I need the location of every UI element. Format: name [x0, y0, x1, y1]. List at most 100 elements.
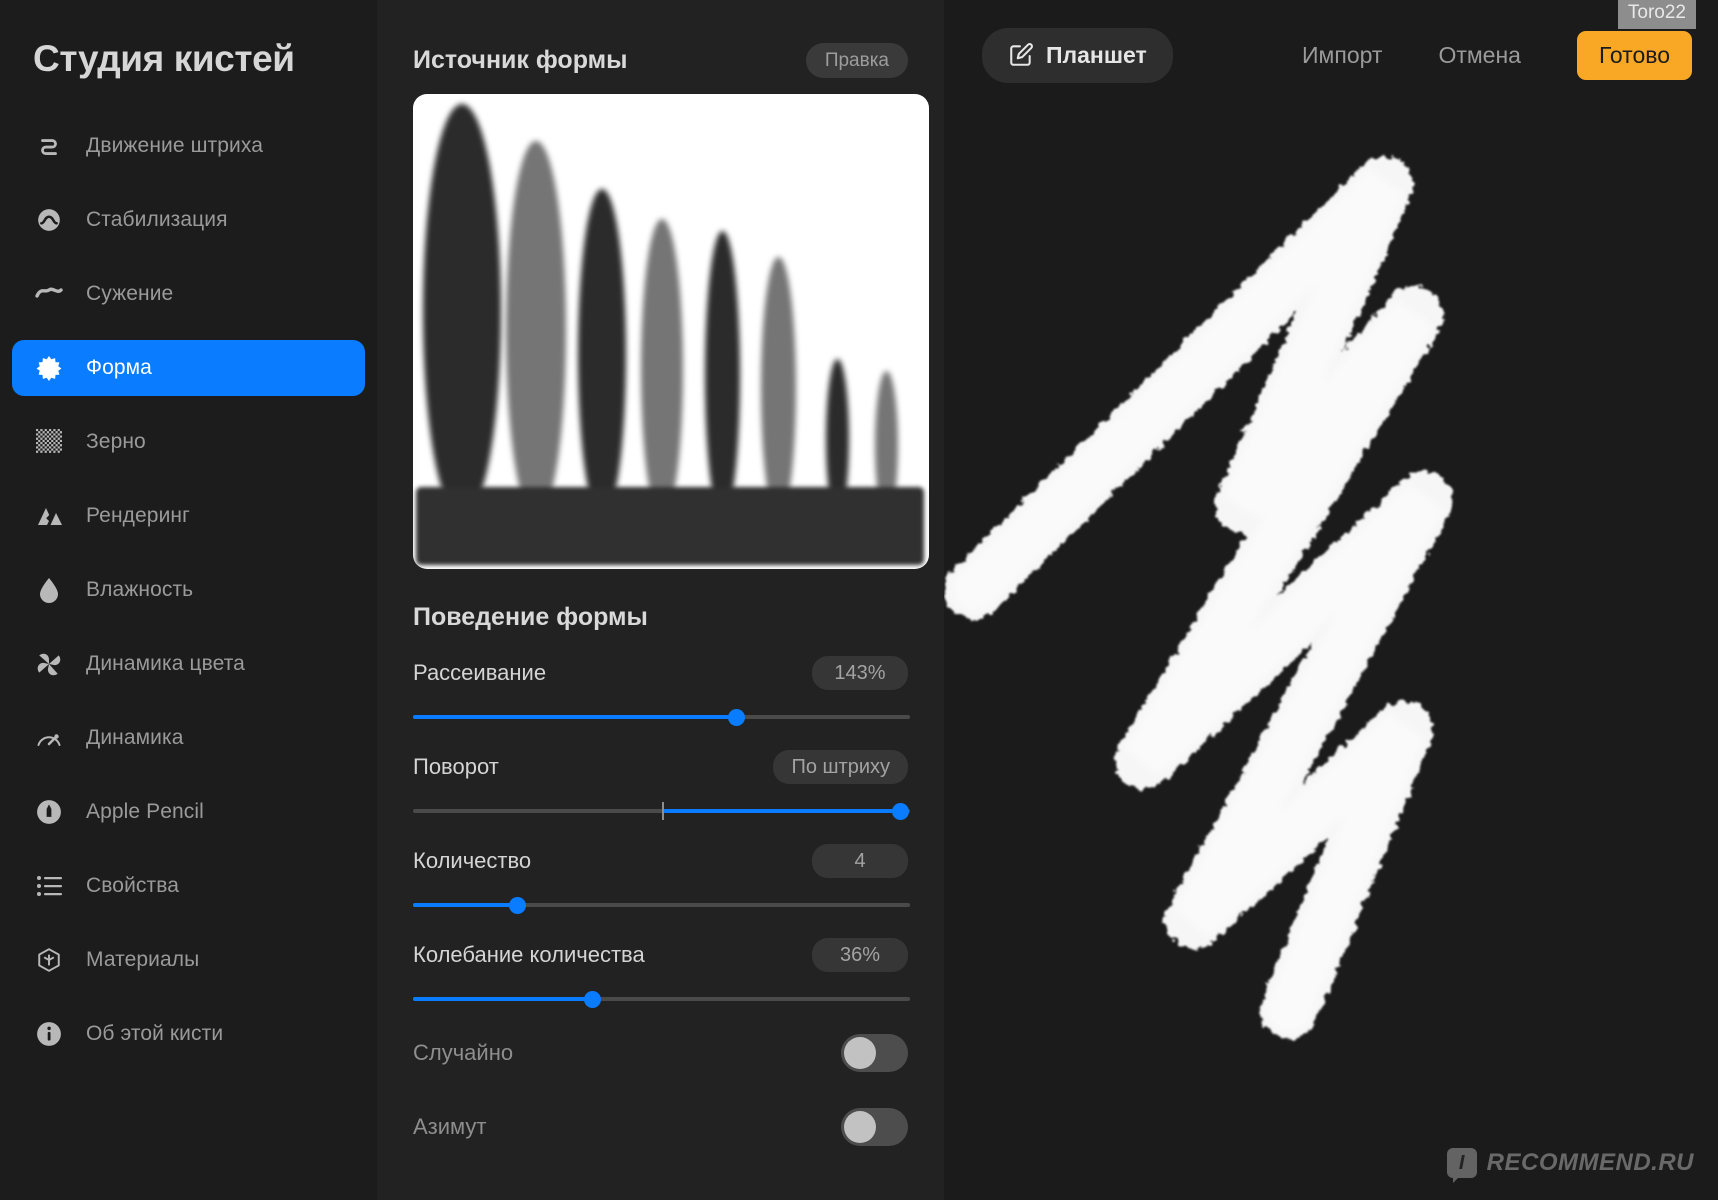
shape-behavior-sliders: Рассеивание 143% Поворот По штриху Количеств…	[413, 654, 910, 1008]
slider-row: Рассеивание 143%	[413, 654, 910, 726]
sidebar-item-label: Материалы	[86, 948, 200, 971]
sidebar: Студия кистей Движение штриха Стабилизаци…	[0, 0, 377, 1200]
sidebar-item-6[interactable]: Влажность	[12, 562, 365, 618]
slider-row: Количество 4	[413, 842, 910, 914]
slider-label: Рассеивание	[413, 660, 547, 685]
toggle-label: Азимут	[413, 1114, 487, 1139]
shape-blobs	[413, 94, 929, 519]
stabilization-icon	[34, 205, 64, 235]
brush-preview-canvas: Планшет Импорт Отмена Готово Toro22 I RE…	[944, 0, 1718, 1200]
slider-header: Поворот По штриху	[413, 748, 908, 786]
slider-track[interactable]	[413, 990, 910, 1008]
sidebar-nav: Движение штриха Стабилизация Сужение Форма З…	[0, 118, 377, 1062]
sidebar-item-7[interactable]: Динамика цвета	[12, 636, 365, 692]
toggle-knob	[844, 1111, 876, 1143]
slider-label: Поворот	[413, 754, 499, 779]
edit-button[interactable]: Правка	[805, 42, 908, 78]
sidebar-item-label: Свойства	[86, 874, 180, 897]
recommend-badge-icon: I	[1446, 1148, 1477, 1183]
done-button[interactable]: Готово	[1576, 30, 1692, 80]
slider-knob[interactable]	[509, 897, 527, 914]
shape-settings-panel: Источник формы Правка Поведение формы Ра…	[377, 0, 944, 1200]
watermark-recommend: I RECOMMEND.RU	[1446, 1148, 1694, 1183]
toggle-switch[interactable]	[841, 1108, 908, 1146]
sidebar-item-1[interactable]: Стабилизация	[12, 192, 365, 248]
shape-behavior-toggles: Случайно Азимут	[413, 1024, 908, 1156]
shape-blob	[705, 231, 740, 519]
toggle-knob	[844, 1037, 876, 1069]
shape-source-title: Источник формы	[413, 45, 628, 74]
slider-knob[interactable]	[583, 991, 601, 1008]
shape-blob	[578, 189, 626, 519]
slider-row: Колебание количества 36%	[413, 936, 910, 1008]
slider-value-chip[interactable]: 4	[812, 844, 908, 878]
grain-icon	[34, 427, 64, 457]
slider-knob[interactable]	[892, 803, 910, 820]
sidebar-item-9[interactable]: Apple Pencil	[12, 784, 365, 840]
slider-value-chip[interactable]: 143%	[812, 656, 908, 690]
shape-blob	[423, 104, 501, 519]
apple-pencil-icon	[34, 797, 64, 827]
slider-label: Колебание количества	[413, 942, 645, 967]
sidebar-item-label: Зерно	[86, 430, 146, 453]
toggle-row: Азимут	[413, 1098, 908, 1156]
recommend-label: RECOMMEND.RU	[1486, 1149, 1694, 1176]
slider-value-chip[interactable]: По штриху	[773, 750, 908, 784]
sidebar-item-label: Об этой кисти	[86, 1022, 224, 1045]
sidebar-item-label: Влажность	[86, 578, 194, 601]
shape-blob	[641, 219, 683, 519]
wet-mix-icon	[34, 575, 64, 605]
about-icon	[34, 1019, 64, 1049]
brush-studio-window: Студия кистей Движение штриха Стабилизаци…	[0, 0, 1718, 1200]
import-button[interactable]: Импорт	[1302, 42, 1382, 69]
slider-track-fill	[413, 715, 737, 719]
materials-icon	[34, 945, 64, 975]
sidebar-item-label: Рендеринг	[86, 504, 190, 527]
slider-track-fill	[661, 809, 901, 813]
slider-header: Рассеивание 143%	[413, 654, 908, 692]
stroke-path-icon	[34, 131, 64, 161]
slider-value-chip[interactable]: 36%	[812, 938, 908, 972]
sidebar-item-3[interactable]: Форма	[12, 340, 365, 396]
slider-header: Колебание количества 36%	[413, 936, 908, 974]
brush-stroke-preview[interactable]	[944, 110, 1718, 1200]
rendering-icon	[34, 501, 64, 531]
sidebar-item-0[interactable]: Движение штриха	[12, 118, 365, 174]
shape-blob	[761, 257, 796, 519]
slider-knob[interactable]	[728, 709, 746, 726]
toggle-switch[interactable]	[841, 1034, 908, 1072]
shape-blob	[506, 141, 566, 519]
sidebar-item-label: Сужение	[86, 282, 174, 305]
sidebar-item-label: Динамика цвета	[86, 652, 245, 675]
sidebar-item-8[interactable]: Динамика	[12, 710, 365, 766]
sidebar-item-label: Движение штриха	[86, 134, 263, 157]
slider-track[interactable]	[413, 896, 910, 914]
sidebar-item-5[interactable]: Рендеринг	[12, 488, 365, 544]
shape-source-header: Источник формы Правка	[413, 0, 908, 78]
slider-track[interactable]	[413, 802, 910, 820]
slider-header: Количество 4	[413, 842, 908, 880]
slider-track[interactable]	[413, 708, 910, 726]
sidebar-item-4[interactable]: Зерно	[12, 414, 365, 470]
watermark-username: Toro22	[1617, 0, 1696, 29]
shape-source-preview[interactable]	[413, 94, 929, 569]
sidebar-item-12[interactable]: Об этой кисти	[12, 1006, 365, 1062]
sidebar-item-label: Динамика	[86, 726, 184, 749]
cancel-button[interactable]: Отмена	[1438, 42, 1521, 69]
dynamics-icon	[34, 723, 64, 753]
brush-stroke-svg	[945, 156, 1453, 1039]
sidebar-item-label: Стабилизация	[86, 208, 228, 231]
tablet-button-label: Планшет	[1046, 41, 1147, 68]
sidebar-item-2[interactable]: Сужение	[12, 266, 365, 322]
toggle-label: Случайно	[413, 1040, 514, 1065]
page-title: Студия кистей	[33, 38, 295, 79]
sidebar-item-11[interactable]: Материалы	[12, 932, 365, 988]
slider-track-fill	[413, 903, 518, 907]
sidebar-item-10[interactable]: Свойства	[12, 858, 365, 914]
shape-behavior-title: Поведение формы	[413, 603, 648, 631]
shape-icon	[34, 353, 64, 383]
sidebar-item-label: Форма	[86, 356, 152, 379]
tablet-button[interactable]: Планшет	[982, 27, 1173, 83]
properties-icon	[34, 871, 64, 901]
slider-row: Поворот По штриху	[413, 748, 910, 820]
